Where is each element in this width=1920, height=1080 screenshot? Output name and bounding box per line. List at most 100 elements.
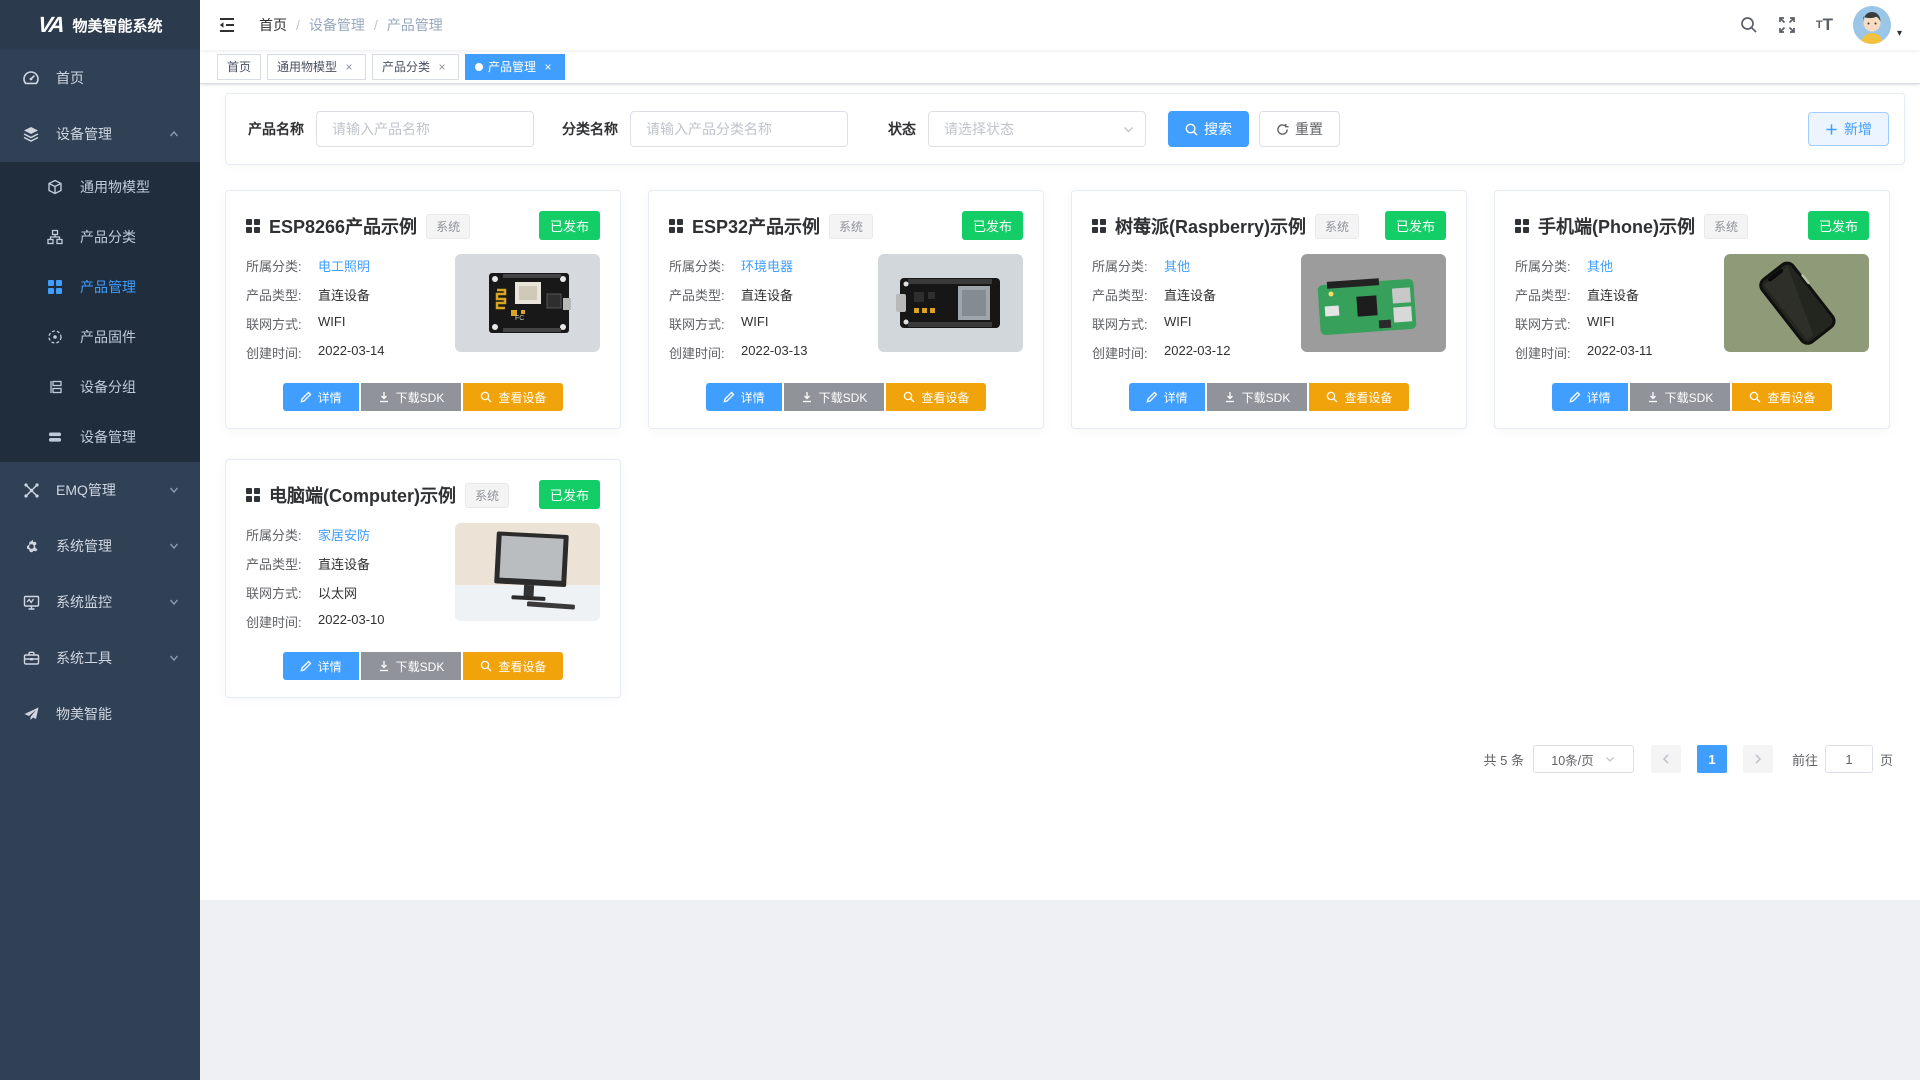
add-button[interactable]: 新增 [1808, 112, 1889, 146]
product-icon [1092, 219, 1106, 233]
product-card-grid: ESP8266产品示例 系统 已发布 所属分类:电工照明 产品类型:直连设备 联… [225, 190, 1905, 698]
sidebar-item-system-mgmt[interactable]: 系统管理 [0, 518, 200, 574]
breadcrumb: 首页 / 设备管理 / 产品管理 [259, 15, 443, 35]
grid-icon [44, 280, 66, 294]
server-icon [44, 429, 66, 445]
detail-button[interactable]: 详情 [706, 383, 782, 411]
detail-button[interactable]: 详情 [1552, 383, 1628, 411]
page-size-select[interactable]: 10条/页 [1533, 745, 1634, 773]
pagination-total: 共 5 条 [1484, 750, 1524, 769]
view-devices-button[interactable]: 查看设备 [463, 383, 563, 411]
font-size-icon[interactable]: TT [1816, 15, 1833, 35]
content: 产品名称 分类名称 状态 请选择状态 搜索 重置 新增 [200, 84, 1920, 900]
detail-button[interactable]: 详情 [283, 383, 359, 411]
view-devices-button[interactable]: 查看设备 [1732, 383, 1832, 411]
sidebar-item-wumei[interactable]: 物美智能 [0, 686, 200, 742]
product-card: ESP32产品示例 系统 已发布 所属分类:环境电器 产品类型:直连设备 联网方… [648, 190, 1044, 429]
status-badge: 已发布 [1808, 211, 1869, 240]
system-tag: 系统 [1704, 214, 1748, 239]
download-sdk-button[interactable]: 下载SDK [1207, 383, 1308, 411]
user-menu[interactable]: ▾ [1853, 6, 1902, 44]
tab-label: 产品管理 [488, 58, 536, 75]
breadcrumb-home[interactable]: 首页 [259, 15, 287, 35]
view-devices-button[interactable]: 查看设备 [886, 383, 986, 411]
search-icon[interactable] [1740, 16, 1758, 34]
download-sdk-button[interactable]: 下载SDK [361, 383, 462, 411]
category-link[interactable]: 电工照明 [318, 256, 370, 275]
tags-view: 首页 通用物模型 × 产品分类 × 产品管理 × [200, 50, 1920, 84]
product-icon [246, 488, 260, 502]
device-submenu: 通用物模型 产品分类 产品管理 产品固件 设备分组 [0, 162, 200, 462]
avatar[interactable] [1853, 6, 1891, 44]
download-sdk-button[interactable]: 下载SDK [1630, 383, 1731, 411]
sidebar-item-label: 设备管理 [80, 427, 136, 447]
category-name-label: 分类名称 [562, 119, 618, 139]
detail-button[interactable]: 详情 [1129, 383, 1205, 411]
view-devices-button[interactable]: 查看设备 [1309, 383, 1409, 411]
category-link[interactable]: 其他 [1587, 256, 1613, 275]
chevron-down-icon [1604, 753, 1616, 765]
sidebar-item-thing-model[interactable]: 通用物模型 [0, 162, 200, 212]
sidebar-item-product-category[interactable]: 产品分类 [0, 212, 200, 262]
navbar-actions: TT ▾ [1740, 6, 1902, 44]
close-icon[interactable]: × [541, 60, 555, 74]
category-link[interactable]: 其他 [1164, 256, 1190, 275]
next-page-button[interactable] [1743, 745, 1773, 773]
sidebar-item-label: EMQ管理 [56, 480, 116, 500]
toolbox-icon [20, 650, 42, 667]
download-sdk-button[interactable]: 下载SDK [361, 652, 462, 680]
close-icon[interactable]: × [435, 60, 449, 74]
tab-product-mgmt[interactable]: 产品管理 × [465, 54, 565, 80]
breadcrumb-current: 产品管理 [387, 15, 443, 35]
sidebar-item-device-mgmt[interactable]: 设备管理 [0, 106, 200, 162]
breadcrumb-device-mgmt: 设备管理 [309, 15, 365, 35]
sidebar-item-label: 通用物模型 [80, 177, 150, 197]
product-card: 电脑端(Computer)示例 系统 已发布 所属分类:家居安防 产品类型:直连… [225, 459, 621, 698]
main-area: 首页 / 设备管理 / 产品管理 TT ▾ 首页 [200, 0, 1920, 1080]
view-devices-button[interactable]: 查看设备 [463, 652, 563, 680]
search-button[interactable]: 搜索 [1168, 111, 1249, 147]
category-name-input[interactable] [630, 111, 848, 147]
close-icon[interactable]: × [342, 60, 356, 74]
sidebar-item-device-group[interactable]: 设备分组 [0, 362, 200, 412]
status-badge: 已发布 [539, 480, 600, 509]
prev-page-button[interactable] [1651, 745, 1681, 773]
sidebar-item-label: 产品分类 [80, 227, 136, 247]
sidebar-item-label: 系统管理 [56, 536, 112, 556]
pagination: 共 5 条 10条/页 1 前往 页 [225, 745, 1893, 773]
status-select[interactable]: 请选择状态 [928, 111, 1146, 147]
sidebar-item-system-tools[interactable]: 系统工具 [0, 630, 200, 686]
cube-icon [44, 179, 66, 195]
fullscreen-icon[interactable] [1778, 16, 1796, 34]
firmware-icon [44, 329, 66, 345]
chevron-down-icon [168, 652, 180, 664]
logo-icon: VA [36, 12, 64, 38]
goto-page-input[interactable] [1825, 745, 1873, 773]
product-name-label: 产品名称 [248, 119, 304, 139]
status-badge: 已发布 [962, 211, 1023, 240]
page-number-button[interactable]: 1 [1697, 745, 1727, 773]
tab-thing-model[interactable]: 通用物模型 × [267, 54, 366, 80]
reset-button[interactable]: 重置 [1259, 111, 1340, 147]
goto-label: 前往 [1792, 750, 1818, 769]
devices-icon [20, 125, 42, 143]
sidebar-item-device-list[interactable]: 设备管理 [0, 412, 200, 462]
category-link[interactable]: 环境电器 [741, 256, 793, 275]
sidebar-item-emq[interactable]: EMQ管理 [0, 462, 200, 518]
sidebar-collapse-icon[interactable] [213, 11, 241, 39]
product-icon [246, 219, 260, 233]
sidebar-item-product-mgmt[interactable]: 产品管理 [0, 262, 200, 312]
product-name-input[interactable] [316, 111, 534, 147]
sidebar-item-product-firmware[interactable]: 产品固件 [0, 312, 200, 362]
status-badge: 已发布 [539, 211, 600, 240]
chevron-down-icon [168, 596, 180, 608]
tab-product-category[interactable]: 产品分类 × [372, 54, 459, 80]
detail-button[interactable]: 详情 [283, 652, 359, 680]
filter-bar: 产品名称 分类名称 状态 请选择状态 搜索 重置 新增 [225, 93, 1905, 165]
tab-home[interactable]: 首页 [217, 54, 261, 80]
dashboard-icon [20, 69, 42, 87]
sidebar-item-home[interactable]: 首页 [0, 50, 200, 106]
download-sdk-button[interactable]: 下载SDK [784, 383, 885, 411]
sidebar-item-system-monitor[interactable]: 系统监控 [0, 574, 200, 630]
category-link[interactable]: 家居安防 [318, 525, 370, 544]
